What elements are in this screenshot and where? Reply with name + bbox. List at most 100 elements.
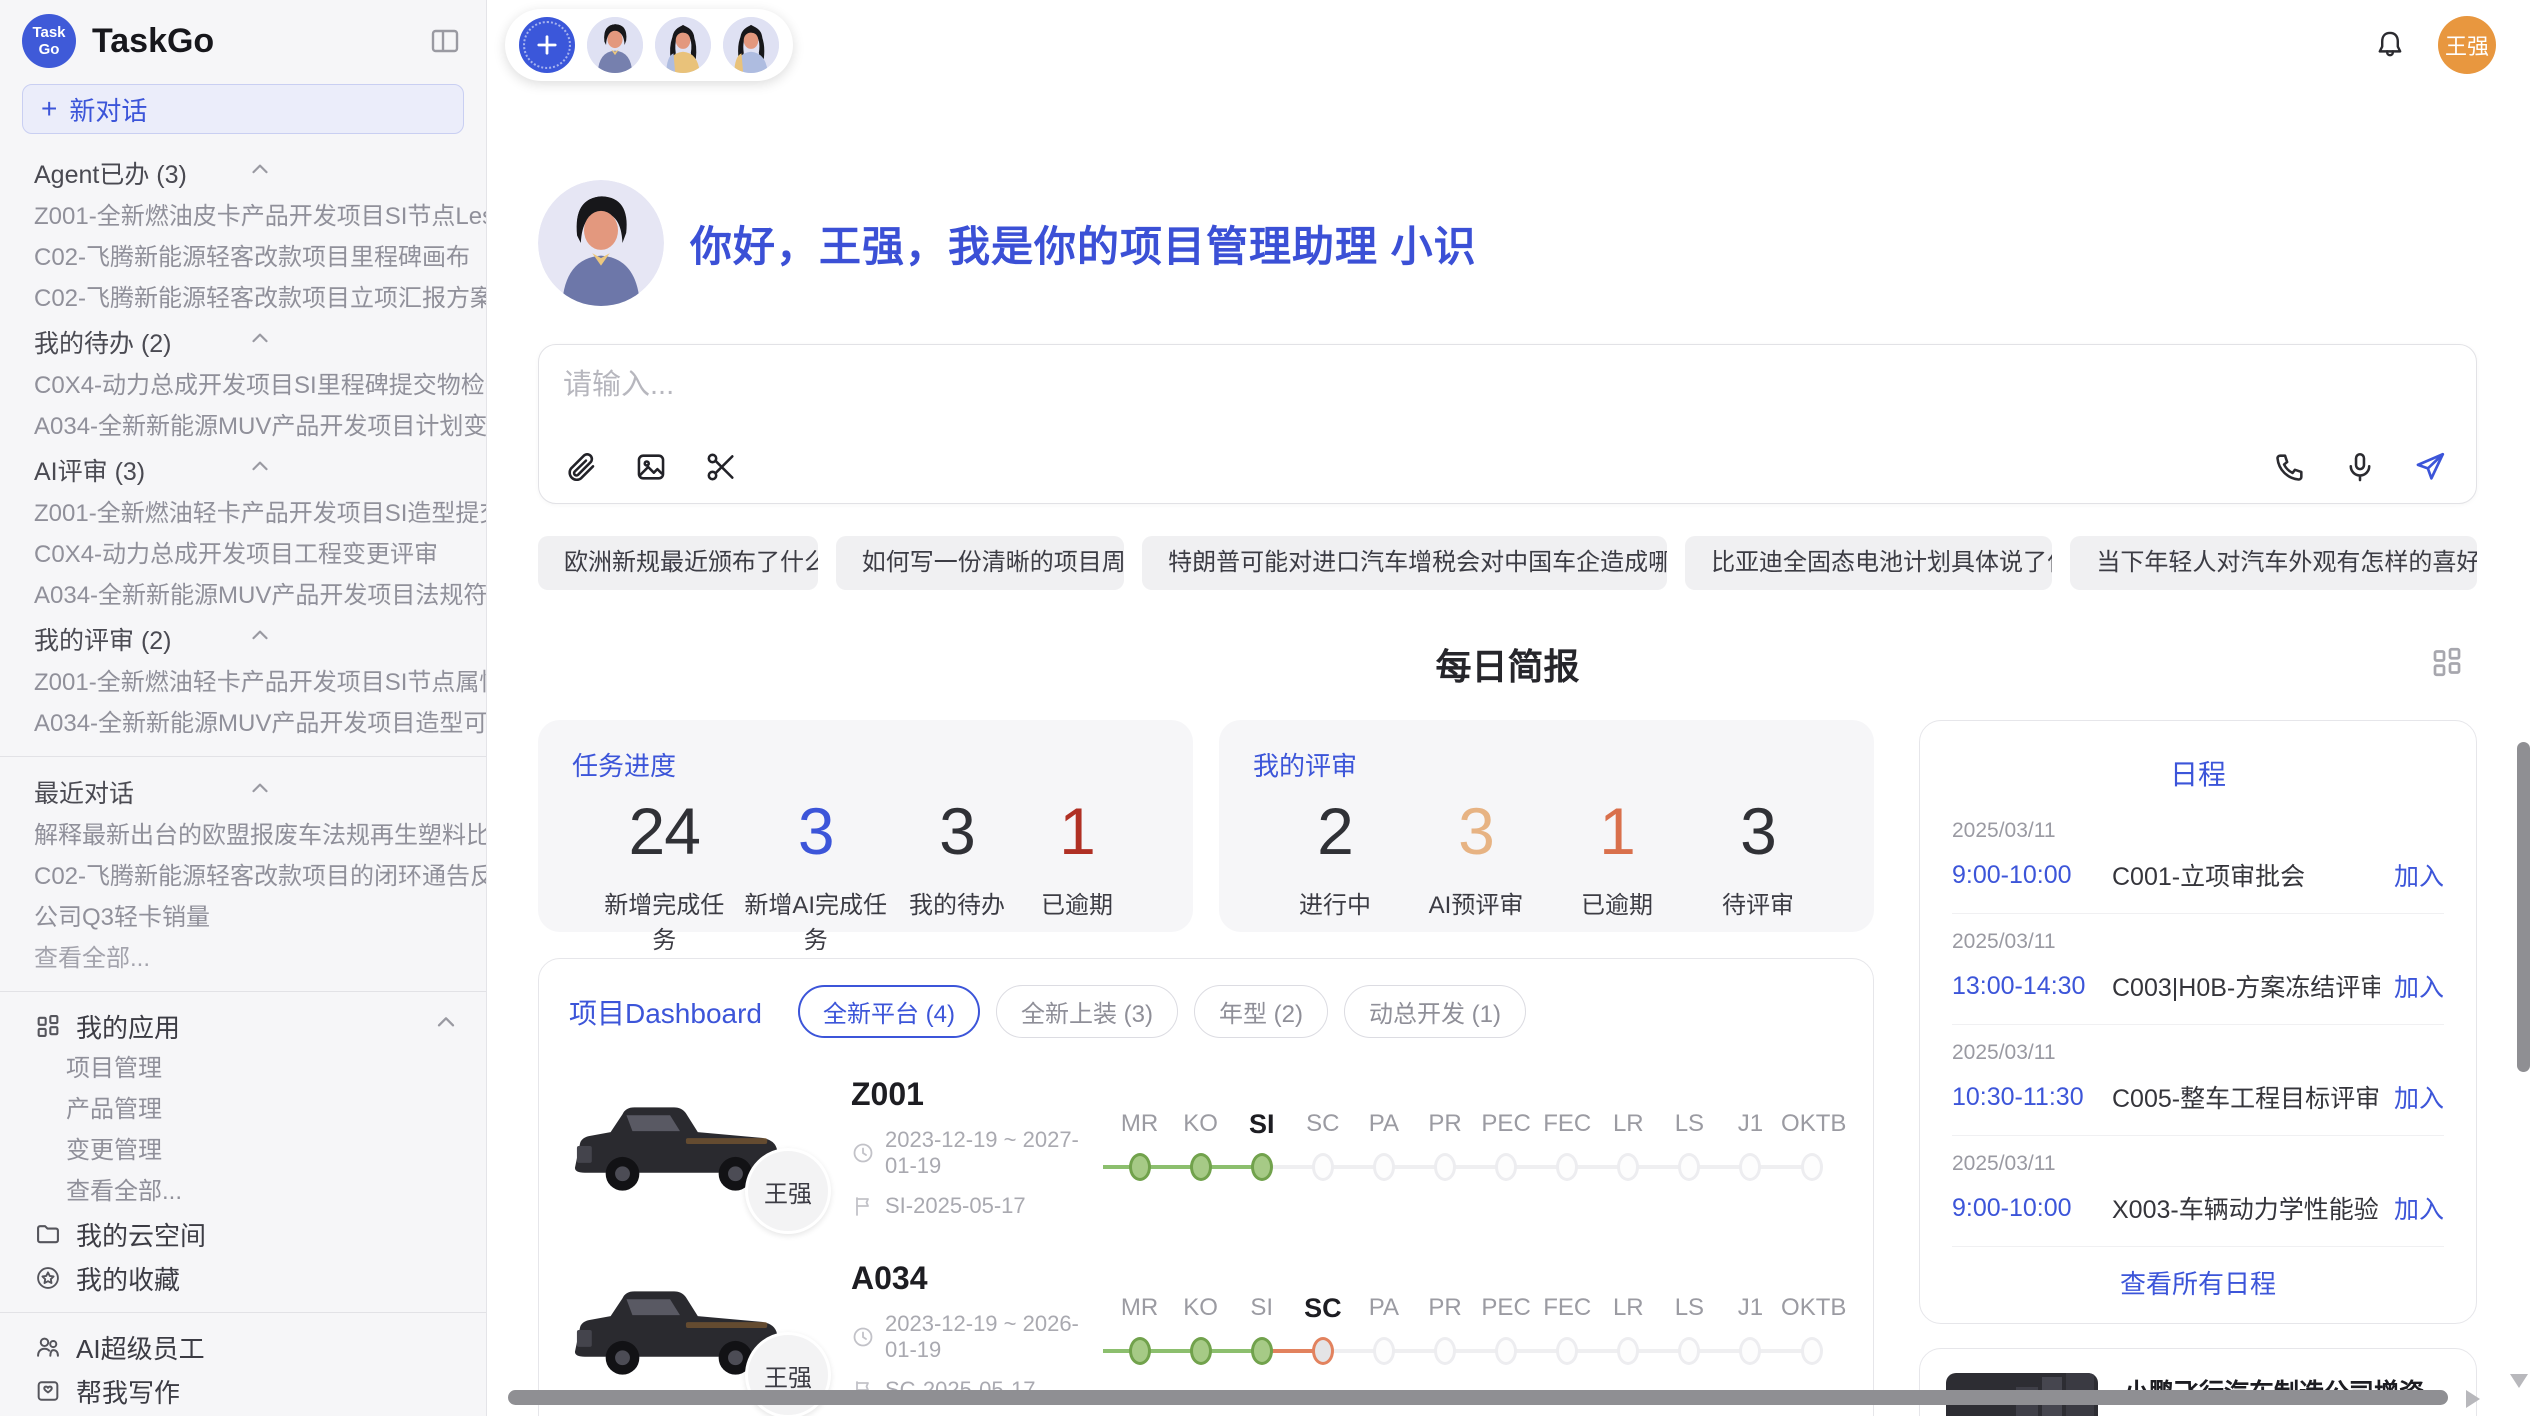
sidebar-task-item[interactable]: A034-全新新能源MUV产品开发项目法规符合性评审 bbox=[0, 575, 486, 616]
join-meeting-link[interactable]: 加入 bbox=[2394, 968, 2444, 1004]
section-title: AI评审 (3) bbox=[34, 452, 247, 488]
scroll-right-arrow-icon[interactable] bbox=[2466, 1390, 2480, 1408]
notification-bell-icon[interactable] bbox=[2368, 23, 2412, 67]
milestone-label: PA bbox=[1353, 1106, 1414, 1142]
dashboard-filter-chip[interactable]: 全新平台 (4) bbox=[798, 985, 980, 1038]
stat-card-title: 任务进度 bbox=[572, 746, 1159, 783]
insert-image-icon[interactable] bbox=[631, 447, 671, 487]
chevron-up-icon[interactable] bbox=[247, 776, 460, 809]
milestone-track: MRKOSISCPAPRPECFECLRLSJ1OKTB bbox=[1109, 1290, 1843, 1372]
project-dates: 2023-12-19 ~ 2027-01-19 bbox=[851, 1127, 1103, 1179]
sidebar-item-writing-helper[interactable]: 帮我写作 bbox=[0, 1369, 486, 1413]
attach-file-icon[interactable] bbox=[561, 447, 601, 487]
sidebar-task-item[interactable]: Z001-全新燃油皮卡产品开发项目SI节点Lesson Learn报告 bbox=[0, 196, 486, 237]
sidebar-task-item[interactable]: C02-飞腾新能源轻客改款项目立项汇报方案 bbox=[0, 278, 486, 319]
stat-card-title: 我的评审 bbox=[1253, 746, 1840, 783]
stat-label: AI预评审 bbox=[1416, 885, 1536, 920]
suggestion-chip[interactable]: 如何写一份清晰的项目周报 bbox=[836, 536, 1124, 590]
screenshot-scissors-icon[interactable] bbox=[701, 447, 741, 487]
voice-call-icon[interactable] bbox=[2270, 447, 2310, 487]
chevron-up-icon[interactable] bbox=[247, 157, 460, 190]
news-card[interactable]: 小鹏飞行汽车制造公司增资 天眼查 App 显示，近日广州汇天飞行汽... bbox=[1919, 1348, 2477, 1416]
schedule-card: 日程 2025/03/119:00-10:00C001-立项审批会加入2025/… bbox=[1919, 720, 2477, 1324]
project-row[interactable]: 王强A0342023-12-19 ~ 2026-01-19SC-2025-05-… bbox=[569, 1256, 1843, 1406]
milestone: FEC bbox=[1537, 1290, 1598, 1372]
sidebar-app-item[interactable]: 项目管理 bbox=[0, 1048, 486, 1089]
user-avatar[interactable]: 王强 bbox=[2438, 16, 2496, 74]
sidebar-section-header[interactable]: Agent已办 (3) bbox=[0, 150, 486, 196]
sidebar-item-label: 帮我写作 bbox=[76, 1373, 180, 1410]
milestone-dot bbox=[1190, 1153, 1212, 1181]
chevron-up-icon[interactable] bbox=[247, 623, 460, 656]
agent-avatar-3[interactable] bbox=[723, 17, 779, 73]
join-meeting-link[interactable]: 加入 bbox=[2394, 1190, 2444, 1226]
suggestion-chip[interactable]: 比亚迪全固态电池计划具体说了什么 bbox=[1685, 536, 2052, 590]
join-meeting-link[interactable]: 加入 bbox=[2394, 857, 2444, 893]
agent-avatar-1[interactable] bbox=[587, 17, 643, 73]
scroll-down-arrow-icon[interactable] bbox=[2510, 1374, 2528, 1388]
view-all-apps-link[interactable]: 查看全部... bbox=[0, 1171, 486, 1212]
sidebar-task-item[interactable]: 公司Q3轻卡销量 bbox=[0, 897, 486, 938]
stat-card: 我的评审2进行中3AI预评审1已逾期3待评审 bbox=[1219, 720, 1874, 932]
view-all-link[interactable]: 查看全部... bbox=[0, 938, 486, 979]
stat: 3待评审 bbox=[1698, 793, 1818, 920]
chevron-up-icon[interactable] bbox=[247, 454, 460, 487]
suggestion-chips: 欧洲新规最近颁布了什么? 如何写一份清晰的项目周报特朗普可能对进口汽车增税会对中国… bbox=[538, 536, 2477, 590]
sidebar-task-item[interactable]: Z001-全新燃油轻卡产品开发项目SI造型提交物评审 bbox=[0, 493, 486, 534]
briefing-layout-grid-icon[interactable] bbox=[2429, 644, 2469, 684]
suggestion-chip[interactable]: 欧洲新规最近颁布了什么? bbox=[538, 536, 818, 590]
horizontal-scrollbar[interactable] bbox=[508, 1390, 2448, 1405]
sidebar-task-item[interactable]: C0X4-动力总成开发项目工程变更评审 bbox=[0, 534, 486, 575]
milestone-label: J1 bbox=[1720, 1106, 1781, 1142]
dashboard-filter-chip[interactable]: 年型 (2) bbox=[1194, 985, 1328, 1038]
stat-label: 新增完成任务 bbox=[594, 885, 734, 955]
collapse-sidebar-icon[interactable] bbox=[426, 22, 464, 60]
sidebar-section-header[interactable]: 我的评审 (2) bbox=[0, 616, 486, 662]
sidebar-item-cloud-folder[interactable]: 我的云空间 bbox=[0, 1212, 486, 1256]
chevron-up-icon[interactable] bbox=[247, 326, 460, 359]
sidebar-item-label: 我的收藏 bbox=[76, 1260, 180, 1297]
sidebar-item-favorites-badge[interactable]: 我的收藏 bbox=[0, 1256, 486, 1300]
project-row[interactable]: 王强Z0012023-12-19 ~ 2027-01-19SI-2025-05-… bbox=[569, 1072, 1843, 1222]
join-meeting-link[interactable]: 加入 bbox=[2394, 1079, 2444, 1115]
sidebar-app-item[interactable]: 变更管理 bbox=[0, 1130, 486, 1171]
milestone-label: LS bbox=[1659, 1290, 1720, 1326]
sidebar-section-header[interactable]: 最近对话 bbox=[0, 769, 486, 815]
logo-text-top: Task bbox=[32, 24, 65, 41]
sidebar-task-item[interactable]: A034-全新新能源MUV产品开发项目计划变更表编写 bbox=[0, 406, 486, 447]
sidebar-task-item[interactable]: Z001-全新燃油轻卡产品开发项目SI节点属性5D文件评审 bbox=[0, 662, 486, 703]
suggestion-chip[interactable]: 特朗普可能对进口汽车增税会对中国车企造成哪些影响 bbox=[1142, 536, 1667, 590]
suggestion-chip[interactable]: 当下年轻人对汽车外观有怎样的喜好趋势 bbox=[2070, 536, 2477, 590]
add-agent-button[interactable] bbox=[519, 17, 575, 73]
dashboard-filter-chip[interactable]: 动总开发 (1) bbox=[1344, 985, 1526, 1038]
sidebar-section-header[interactable]: 我的待办 (2) bbox=[0, 319, 486, 365]
milestone-label: MR bbox=[1109, 1106, 1170, 1142]
microphone-icon[interactable] bbox=[2340, 447, 2380, 487]
project-rows: 王强Z0012023-12-19 ~ 2027-01-19SI-2025-05-… bbox=[569, 1072, 1843, 1406]
chevron-up-icon[interactable] bbox=[432, 1009, 486, 1044]
schedule-item: 2025/03/119:00-10:00X003-车辆动力学性能验...加入 bbox=[1952, 1136, 2444, 1247]
new-chat-button[interactable]: + 新对话 bbox=[22, 84, 464, 134]
sidebar-task-item[interactable]: C0X4-动力总成开发项目SI里程碑提交物检查 bbox=[0, 365, 486, 406]
milestone: PR bbox=[1414, 1290, 1475, 1372]
sidebar-task-item[interactable]: A034-全新新能源MUV产品开发项目造型可行性评审 bbox=[0, 703, 486, 744]
dashboard-filter-chip[interactable]: 全新上装 (3) bbox=[996, 985, 1178, 1038]
vertical-scrollbar[interactable] bbox=[2517, 742, 2530, 1072]
milestone: J1 bbox=[1720, 1290, 1781, 1372]
sidebar-item-my-apps[interactable]: 我的应用 bbox=[0, 1004, 486, 1048]
milestone-label: PR bbox=[1414, 1290, 1475, 1326]
writing-helper-icon bbox=[34, 1377, 62, 1405]
sidebar-task-item[interactable]: C02-飞腾新能源轻客改款项目里程碑画布 bbox=[0, 237, 486, 278]
send-icon[interactable] bbox=[2410, 447, 2450, 487]
schedule-items: 2025/03/119:00-10:00C001-立项审批会加入2025/03/… bbox=[1952, 803, 2444, 1247]
sidebar-section-header[interactable]: AI评审 (3) bbox=[0, 447, 486, 493]
chat-input[interactable] bbox=[561, 359, 2276, 427]
sidebar-item-ai-staff-people[interactable]: AI超级员工 bbox=[0, 1325, 486, 1369]
view-all-schedule-link[interactable]: 查看所有日程 bbox=[1952, 1248, 2444, 1309]
sidebar-app-item[interactable]: 产品管理 bbox=[0, 1089, 486, 1130]
agent-avatar-2[interactable] bbox=[655, 17, 711, 73]
sidebar-task-item[interactable]: C02-飞腾新能源轻客改款项目的闭环通告反馈情况 bbox=[0, 856, 486, 897]
new-chat-label: 新对话 bbox=[69, 91, 147, 128]
sidebar-task-item[interactable]: 解释最新出台的欧盟报废车法规再生塑料比例被调至15%... bbox=[0, 815, 486, 856]
left-column: 任务进度24新增完成任务3新增AI完成任务3我的待办1已逾期我的评审2进行中3A… bbox=[538, 720, 1874, 1416]
